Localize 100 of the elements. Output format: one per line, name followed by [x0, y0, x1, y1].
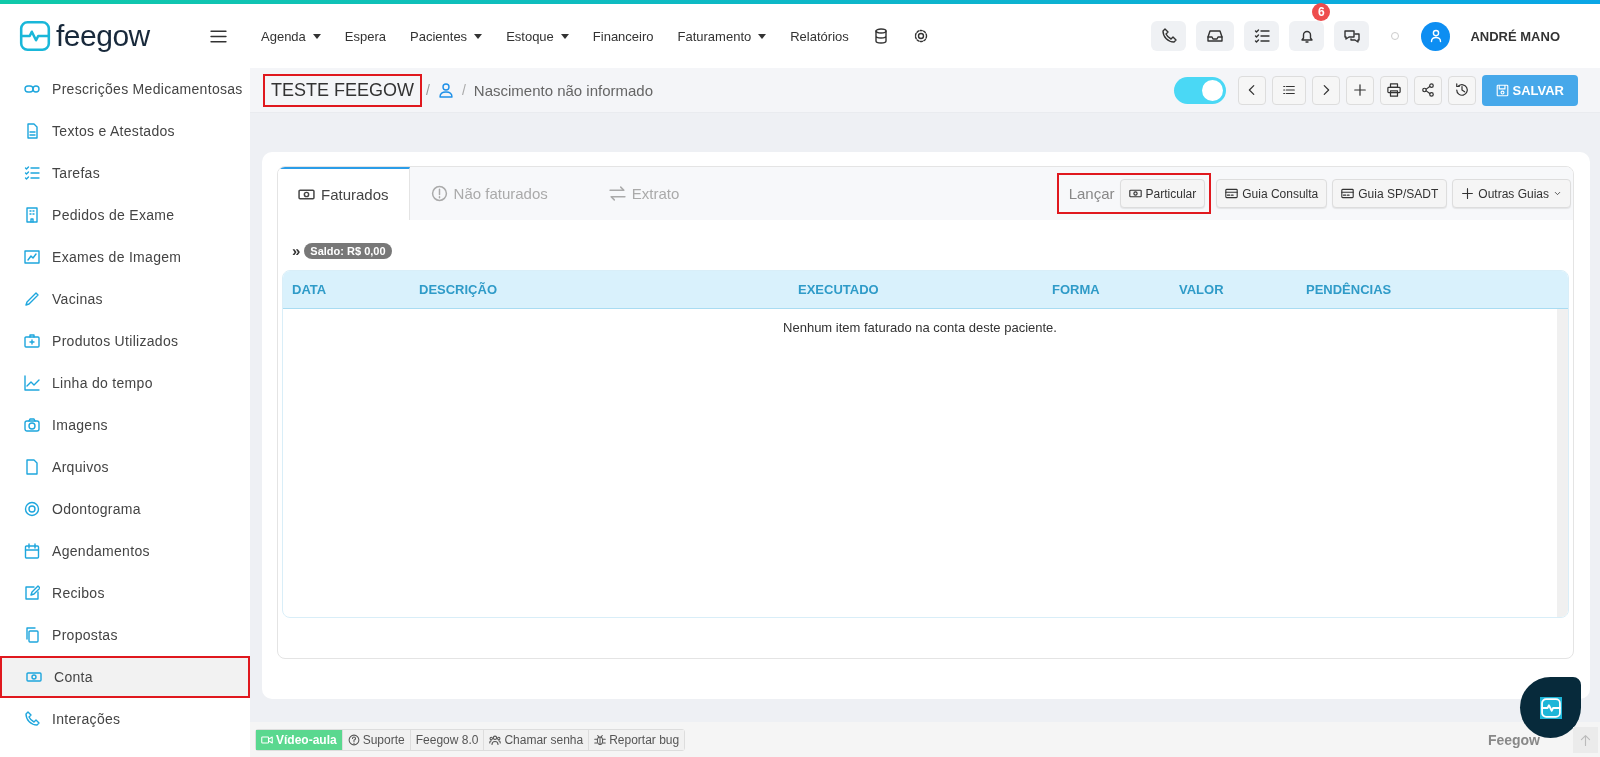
launch-button[interactable]: Outras Guias: [1452, 179, 1571, 208]
video-camera-icon: [261, 733, 273, 746]
pulse-icon: [1539, 696, 1562, 719]
document-icon: [24, 123, 40, 139]
column-header: DATA: [292, 282, 328, 297]
caret-icon: [758, 33, 767, 39]
print-icon: [1387, 83, 1402, 97]
column-header: PENDÊNCIAS: [1306, 282, 1393, 297]
image-icon: [24, 249, 40, 265]
plus-icon: [1353, 83, 1368, 97]
list-button[interactable]: [1272, 75, 1307, 105]
sidebar-item[interactable]: Propostas: [0, 614, 250, 656]
launch-label: Lançar: [1068, 185, 1115, 202]
sidebar-item[interactable]: Agendamentos: [0, 530, 250, 572]
banknote-icon: [26, 669, 42, 685]
checklist-icon: [24, 165, 40, 181]
credit-card-icon: [1341, 187, 1355, 200]
toolbar-button[interactable]: [1244, 21, 1280, 51]
toolbar-button[interactable]: [1196, 21, 1235, 51]
inbox-icon: [1207, 28, 1224, 44]
breadcrumb-separator: /: [461, 82, 466, 98]
banknote-icon: [1128, 187, 1142, 200]
bug-icon: [594, 733, 607, 746]
footer-link[interactable]: Feegow 8.0: [410, 729, 485, 750]
history-button[interactable]: [1448, 75, 1477, 105]
file-icon: [24, 459, 40, 475]
nav-menu-item[interactable]: Faturamento: [665, 28, 779, 44]
launch-button[interactable]: Guia SP/SADT: [1332, 179, 1448, 208]
users-icon: [489, 733, 502, 746]
toggle-switch[interactable]: [1174, 76, 1227, 104]
sidebar-item[interactable]: Imagens: [0, 404, 250, 446]
toolbar-button[interactable]: [1151, 21, 1187, 51]
help-icon: [347, 733, 360, 746]
sidebar-item[interactable]: Textos e Atestados: [0, 110, 250, 152]
checklist-icon: [1253, 28, 1270, 44]
medical-kit-icon: [24, 333, 40, 349]
sidebar-item[interactable]: Linha do tempo: [0, 362, 250, 404]
footer-link[interactable]: Reportar bug: [589, 729, 685, 750]
sidebar-item[interactable]: Pedidos de Exame: [0, 194, 250, 236]
share-button[interactable]: [1414, 75, 1443, 105]
brand-text: Feegow: [1487, 731, 1540, 748]
chevron-down-icon: [1553, 189, 1562, 198]
alert-icon: [430, 185, 448, 202]
add-button[interactable]: [1346, 75, 1375, 105]
ring-icon: [24, 501, 40, 517]
empty-message: Nenhum item faturado na conta deste paciente.: [783, 320, 1057, 337]
logo-icon: [18, 19, 52, 53]
logo-text: feegow: [56, 21, 150, 51]
phone-icon: [24, 711, 40, 727]
notifications-icon: [1298, 28, 1315, 44]
sidebar-item[interactable]: Odontograma: [0, 488, 250, 530]
phone-icon: [1160, 28, 1177, 44]
nav-menu-item[interactable]: Relatórios: [778, 28, 861, 44]
line-chart-icon: [24, 375, 40, 391]
sidebar-item[interactable]: Produtos Utilizados: [0, 320, 250, 362]
balance-badge: Saldo: R$ 0,00: [304, 242, 392, 259]
caret-icon: [560, 33, 569, 39]
list-icon: [1282, 83, 1297, 97]
next-button[interactable]: [1312, 75, 1341, 105]
column-header: FORMA: [1052, 282, 1101, 297]
building-icon: [24, 207, 40, 223]
sidebar-item[interactable]: Interações: [0, 698, 250, 740]
toolbar-button[interactable]: [1289, 21, 1325, 51]
sidebar-item[interactable]: Vacinas: [0, 278, 250, 320]
sidebar-item[interactable]: Prescrições Medicamentosas: [0, 68, 250, 110]
nav-menu-item[interactable]: Financeiro: [580, 28, 666, 44]
caret-icon: [312, 33, 321, 39]
sidebar-item[interactable]: Arquivos: [0, 446, 250, 488]
settings-icon: [912, 28, 929, 44]
sidebar-item[interactable]: Exames de Imagem: [0, 236, 250, 278]
user-name[interactable]: ANDRÉ MANO: [1470, 28, 1560, 44]
edit-icon: [24, 585, 40, 601]
notification-badge: 6: [1312, 3, 1331, 21]
print-button[interactable]: [1380, 75, 1409, 105]
expand-marker[interactable]: »: [292, 242, 301, 259]
sidebar-item[interactable]: Recibos: [0, 572, 250, 614]
previous-button[interactable]: [1238, 75, 1267, 105]
footer-link[interactable]: Suporte: [342, 729, 411, 750]
sidebar-item[interactable]: Tarefas: [0, 152, 250, 194]
arrow-up-icon: [1579, 733, 1592, 747]
copy-icon: [24, 627, 40, 643]
launch-button[interactable]: Guia Consulta: [1216, 179, 1328, 208]
sidebar-item[interactable]: Conta: [0, 656, 250, 698]
breadcrumb-separator: /: [426, 82, 430, 98]
share-icon: [1421, 83, 1436, 97]
nav-menu-item[interactable]: Pacientes: [398, 28, 495, 44]
nav-menu-item[interactable]: Espera: [332, 28, 399, 44]
launch-button[interactable]: Particular: [1119, 179, 1206, 208]
nav-menu-item[interactable]: Estoque: [494, 28, 581, 44]
caret-icon: [474, 33, 483, 39]
swap-icon: [608, 185, 626, 202]
toolbar-button[interactable]: [1334, 21, 1370, 51]
calendar-icon: [24, 543, 40, 559]
scrollbar[interactable]: [1557, 309, 1568, 617]
nav-menu-item[interactable]: Agenda: [249, 28, 333, 44]
tab[interactable]: Faturados: [278, 167, 410, 220]
menu-icon: [210, 27, 227, 45]
user-icon: [437, 82, 454, 98]
footer-link[interactable]: Chamar senha: [484, 729, 590, 750]
pencil-icon: [24, 291, 40, 307]
